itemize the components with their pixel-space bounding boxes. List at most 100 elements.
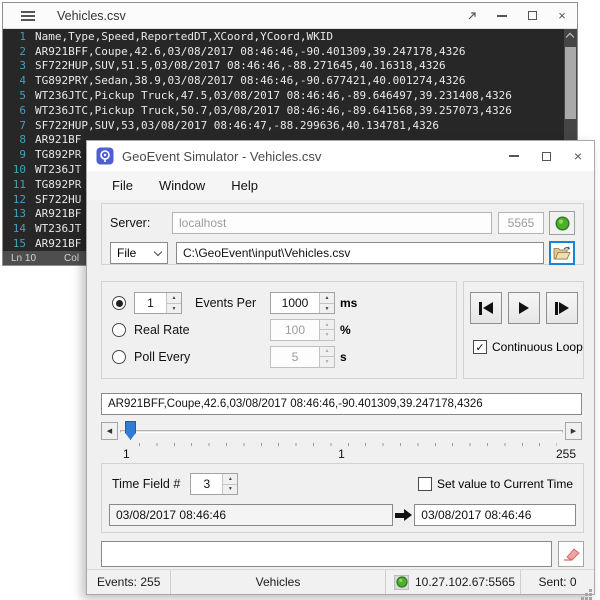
event-preview-input[interactable]: AR921BFF,Coupe,42.6,03/08/2017 08:46:46,… xyxy=(101,393,582,415)
spin-up-icon[interactable]: ▲ xyxy=(167,293,181,303)
line-text: Name,Type,Speed,ReportedDT,XCoord,YCoord… xyxy=(35,30,333,43)
editor-titlebar: Vehicles.csv × xyxy=(3,3,577,29)
events-per-radio[interactable] xyxy=(112,296,126,310)
slider-min-label: 1 xyxy=(123,447,130,461)
spin-up-icon: ▲ xyxy=(320,347,334,357)
server-port-input[interactable]: 5565 xyxy=(498,212,544,234)
scrollbar-thumb[interactable] xyxy=(565,47,576,119)
simulator-title: GeoEvent Simulator - Vehicles.csv xyxy=(122,149,321,164)
server-host-input[interactable]: localhost xyxy=(172,212,492,234)
connect-button[interactable] xyxy=(549,211,575,235)
maximize-button[interactable] xyxy=(517,3,547,28)
event-slider[interactable]: ◀ ▶ xyxy=(101,421,582,441)
server-label: Server: xyxy=(110,216,172,230)
line-number: 15 xyxy=(3,237,35,250)
spin-up-icon[interactable]: ▲ xyxy=(223,474,237,484)
line-number: 13 xyxy=(3,207,35,220)
app-icon xyxy=(96,147,114,165)
endpoint-status: 10.27.102.67:5565 xyxy=(415,575,515,589)
close-button[interactable]: × xyxy=(562,141,594,171)
file-path-input[interactable]: C:\GeoEvent\input\Vehicles.csv xyxy=(176,242,544,264)
scroll-up-icon[interactable] xyxy=(566,33,574,41)
continuous-loop-checkbox[interactable]: ✓ xyxy=(473,340,487,354)
slider-labels: 1 1 255 xyxy=(101,447,582,461)
chevron-down-icon xyxy=(154,247,162,255)
spin-down-icon[interactable]: ▼ xyxy=(320,303,334,314)
slider-left-arrow[interactable]: ◀ xyxy=(101,422,118,440)
source-type-select[interactable]: File xyxy=(110,242,168,264)
slider-max-label: 255 xyxy=(556,447,576,461)
rewind-icon xyxy=(479,302,482,315)
code-line: 2AR921BFF,Coupe,42.6,03/08/2017 08:46:46… xyxy=(3,44,577,59)
step-button[interactable] xyxy=(546,292,578,324)
time-field-label: Time Field # xyxy=(112,477,180,491)
slider-track[interactable] xyxy=(120,430,563,433)
menu-help[interactable]: Help xyxy=(218,174,271,197)
line-text: WT236JTC,Pickup Truck,47.5,03/08/2017 08… xyxy=(35,89,512,102)
editor-title: Vehicles.csv xyxy=(57,9,126,23)
poll-spinner[interactable]: 5 ▲▼ xyxy=(270,346,335,368)
line-text: WT236JTC,Pickup Truck,50.7,03/08/2017 08… xyxy=(35,104,512,117)
simulator-window: GeoEvent Simulator - Vehicles.csv × File… xyxy=(86,140,595,595)
time-to-input[interactable]: 03/08/2017 08:46:46 xyxy=(414,504,576,526)
line-text: AR921BF xyxy=(35,237,81,250)
time-from-input[interactable]: 03/08/2017 08:46:46 xyxy=(109,504,393,526)
hamburger-menu-icon[interactable] xyxy=(21,11,35,21)
poll-value: 5 xyxy=(271,347,319,367)
menu-file[interactable]: File xyxy=(99,174,146,197)
line-number: 6 xyxy=(3,104,35,117)
eraser-icon xyxy=(562,547,580,561)
line-text: WT236JT xyxy=(35,163,81,176)
slider-thumb[interactable] xyxy=(125,421,136,440)
minimize-button[interactable] xyxy=(498,141,530,171)
real-rate-radio[interactable] xyxy=(112,323,126,337)
resize-grip[interactable] xyxy=(589,589,592,592)
spin-up-icon: ▲ xyxy=(320,320,334,330)
code-line: 3SF722HUP,SUV,51.5,03/08/2017 08:46:46,-… xyxy=(3,59,577,74)
log-row xyxy=(101,541,584,567)
line-text: SF722HUP,SUV,51.5,03/08/2017 08:46:46,-8… xyxy=(35,59,446,72)
events-count-spinner[interactable]: 1 ▲▼ xyxy=(134,292,182,314)
close-button[interactable]: × xyxy=(547,3,577,28)
time-field-spinner[interactable]: 3 ▲▼ xyxy=(190,473,238,495)
spin-down-icon: ▼ xyxy=(320,329,334,340)
connection-status-icon xyxy=(394,575,409,590)
rewind-button[interactable] xyxy=(470,292,502,324)
poll-unit: s xyxy=(340,350,347,364)
line-text: AR921BF xyxy=(35,207,81,220)
set-current-time-label: Set value to Current Time xyxy=(437,477,573,491)
slider-ticks xyxy=(139,443,557,446)
expand-icon[interactable] xyxy=(457,3,487,28)
slider-right-arrow[interactable]: ▶ xyxy=(565,422,582,440)
poll-every-radio[interactable] xyxy=(112,350,126,364)
code-line: 6WT236JTC,Pickup Truck,50.7,03/08/2017 0… xyxy=(3,103,577,118)
log-output-input[interactable] xyxy=(101,541,552,567)
real-rate-spinner[interactable]: 100 ▲▼ xyxy=(270,319,335,341)
sent-count-status: Sent: 0 xyxy=(521,570,594,594)
minimize-button[interactable] xyxy=(487,3,517,28)
menu-window[interactable]: Window xyxy=(146,174,218,197)
set-current-time-checkbox[interactable] xyxy=(418,477,432,491)
maximize-button[interactable] xyxy=(530,141,562,171)
spin-down-icon[interactable]: ▼ xyxy=(167,303,181,314)
line-text: TG892PR xyxy=(35,178,81,191)
play-button[interactable] xyxy=(508,292,540,324)
browse-button[interactable] xyxy=(549,241,575,265)
line-number: 2 xyxy=(3,45,35,58)
line-number: 5 xyxy=(3,89,35,102)
code-line: 1Name,Type,Speed,ReportedDT,XCoord,YCoor… xyxy=(3,29,577,44)
clear-log-button[interactable] xyxy=(558,541,584,567)
step-icon xyxy=(555,302,558,315)
spin-down-icon[interactable]: ▼ xyxy=(223,484,237,495)
time-field-value: 3 xyxy=(191,474,222,494)
line-text: WT236JT xyxy=(35,222,81,235)
line-number: 4 xyxy=(3,74,35,87)
time-field-group: Time Field # 3 ▲▼ Set value to Current T… xyxy=(101,463,584,533)
rate-group: 1 ▲▼ Events Per 1000 ▲▼ ms Real Rate 100 xyxy=(101,281,457,379)
interval-unit: ms xyxy=(340,296,357,310)
spin-up-icon[interactable]: ▲ xyxy=(320,293,334,303)
interval-spinner[interactable]: 1000 ▲▼ xyxy=(270,292,335,314)
events-count-status: Events: 255 xyxy=(87,570,171,594)
open-folder-icon xyxy=(553,246,572,261)
connect-icon xyxy=(555,216,570,231)
